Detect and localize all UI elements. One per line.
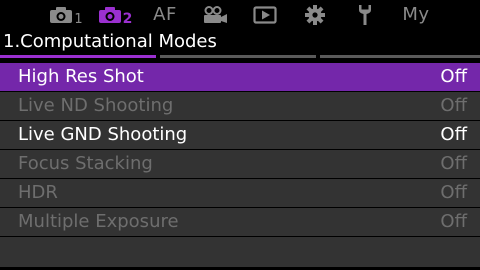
tab-my-menu[interactable]: My [396,0,436,29]
menu-item-value: Off [440,153,467,174]
tab-setup[interactable] [347,0,383,29]
tab-my-label: My [402,3,430,25]
page-indicator-segment [160,55,316,58]
tab-af[interactable]: AF [146,0,184,29]
menu-item-label: Multiple Exposure [18,211,179,232]
menu-item-value: Off [440,124,467,145]
tab-shooting-1[interactable]: 1 [46,0,86,29]
menu-item-live-nd-shooting[interactable]: Live ND Shooting Off [0,92,480,120]
gear-icon [305,4,325,25]
menu-item-label: Live ND Shooting [18,95,174,116]
menu-item-live-gnd-shooting[interactable]: Live GND Shooting Off [0,121,480,149]
menu-item-label: HDR [18,182,58,203]
menu-item-empty [0,237,480,267]
page-indicator-current [0,55,156,58]
menu-item-value: Off [440,211,467,232]
tab-playback[interactable] [247,0,283,29]
tab-subscript: 1 [74,12,83,27]
menu-tab-bar: 1 2 AF My [0,0,480,29]
menu-item-label: Focus Stacking [18,153,153,174]
tab-video[interactable] [196,0,234,29]
camera-icon [50,6,73,23]
menu-item-value: Off [440,95,467,116]
tab-custom-settings[interactable] [297,0,333,29]
menu-item-focus-stacking[interactable]: Focus Stacking Off [0,150,480,178]
camera-icon [98,6,121,23]
menu-item-multiple-exposure[interactable]: Multiple Exposure Off [0,208,480,236]
tab-subscript: 2 [122,11,133,27]
tab-shooting-2[interactable]: 2 [94,0,136,29]
playback-icon [253,5,277,24]
wrench-icon [359,4,371,25]
page-title: 1.Computational Modes [3,31,217,52]
tab-af-label: AF [153,3,177,25]
menu-item-high-res-shot[interactable]: High Res Shot Off [0,63,480,91]
menu-item-label: Live GND Shooting [18,124,188,145]
menu-item-value: Off [440,182,467,203]
menu-item-value: Off [440,66,467,87]
page-indicator-segment [320,55,480,58]
menu-item-label: High Res Shot [18,66,144,87]
menu-item-hdr[interactable]: HDR Off [0,179,480,207]
video-camera-icon [204,5,227,23]
